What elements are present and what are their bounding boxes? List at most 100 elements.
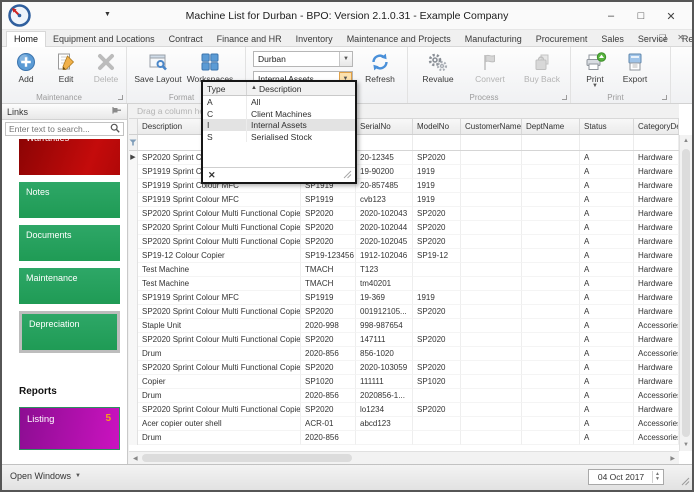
print-button[interactable]: Print ▼: [575, 49, 615, 89]
row-indicator: [129, 319, 138, 333]
vertical-scroll-thumb[interactable]: [682, 149, 690, 437]
filter-cell-categorydesc[interactable]: [634, 135, 679, 150]
table-row[interactable]: SP2020 Sprint Colour Multi Functional Co…: [129, 305, 679, 319]
scroll-down-icon[interactable]: ▼: [680, 442, 692, 448]
revalue-button[interactable]: Revalue: [412, 49, 464, 84]
refresh-button[interactable]: Refresh: [357, 49, 403, 84]
filter-cell-serialno[interactable]: [356, 135, 413, 150]
column-header-customername[interactable]: CustomerName▲: [461, 119, 522, 134]
report-tile-listing[interactable]: Listing 5: [19, 407, 120, 450]
filter-cell-modelno[interactable]: [413, 135, 461, 150]
indicator-header-cell: [129, 119, 138, 134]
filter-option-serialised-stock[interactable]: SSerialised Stock: [203, 131, 355, 143]
table-row[interactable]: SP19-12 Colour CopierSP19-1234561912-102…: [129, 249, 679, 263]
cell-serialno: 2020-103059: [356, 361, 413, 375]
filter-cell-deptname[interactable]: [522, 135, 580, 150]
window-resize-grip-icon[interactable]: [680, 476, 690, 488]
export-button[interactable]: Export: [615, 49, 655, 89]
group-dialog-launcher-icon[interactable]: [662, 95, 667, 100]
tab-maintenance-and-projects[interactable]: Maintenance and Projects: [340, 32, 458, 46]
cell-deptname: [522, 221, 580, 235]
filter-popup-column-description[interactable]: ▲ Description: [247, 82, 355, 95]
table-row[interactable]: SP1919 Sprint Colour MFCSP1919cvb1231919…: [129, 193, 679, 207]
delete-button[interactable]: Delete: [86, 49, 126, 84]
column-header-categorydesc[interactable]: CategoryDesc: [634, 119, 679, 134]
tab-sales[interactable]: Sales: [594, 32, 631, 46]
scroll-right-icon[interactable]: ▶: [670, 452, 675, 464]
link-tile-depreciation[interactable]: Depreciation: [19, 311, 120, 353]
resize-grip-icon[interactable]: [343, 170, 352, 181]
scroll-left-icon[interactable]: ◀: [133, 452, 138, 464]
group-label-print: Print: [571, 93, 660, 102]
table-row[interactable]: SP1919 Sprint Colour MFCSP191919-3691919…: [129, 291, 679, 305]
open-windows-button[interactable]: Open Windows ▼: [10, 471, 81, 481]
table-row[interactable]: Test MachineTMACHtm40201AHardware: [129, 277, 679, 291]
mdi-close-icon[interactable]: ✕: [677, 33, 684, 42]
filter-option-client-machines[interactable]: CClient Machines: [203, 108, 355, 120]
column-header-status[interactable]: Status: [580, 119, 634, 134]
link-tile-documents[interactable]: Documents: [19, 225, 120, 261]
filter-option-internal-assets[interactable]: IInternal Assets: [203, 119, 355, 131]
add-button[interactable]: Add: [6, 49, 46, 84]
date-field[interactable]: 04 Oct 2017 ▲▼: [588, 469, 664, 485]
tab-contract[interactable]: Contract: [162, 32, 210, 46]
date-spinner[interactable]: ▲▼: [652, 471, 662, 483]
link-tile-notes[interactable]: Notes: [19, 182, 120, 218]
tab-equipment-and-locations[interactable]: Equipment and Locations: [46, 32, 162, 46]
cell-modelno: 1919: [413, 165, 461, 179]
table-row[interactable]: Staple Unit2020-998998-987654AAccessorie…: [129, 319, 679, 333]
filter-popup-column-type[interactable]: Type: [203, 82, 247, 95]
table-row[interactable]: SP2020 Sprint Colour Multi Functional Co…: [129, 361, 679, 375]
mdi-minimize-icon[interactable]: –: [644, 33, 648, 42]
column-header-serialno[interactable]: SerialNo: [356, 119, 413, 134]
tab-inventory[interactable]: Inventory: [289, 32, 340, 46]
vertical-scrollbar[interactable]: ▲ ▼: [679, 135, 692, 451]
table-row[interactable]: SP2020 Sprint Colour Multi Functional Co…: [129, 207, 679, 221]
link-tile-maintenance[interactable]: Maintenance: [19, 268, 120, 304]
group-dialog-launcher-icon[interactable]: [118, 95, 123, 100]
mdi-restore-icon[interactable]: ❏: [659, 33, 666, 42]
save-layout-button[interactable]: Save Layout: [132, 49, 184, 89]
close-button[interactable]: ✕: [656, 10, 686, 23]
tab-finance-and-hr[interactable]: Finance and HR: [210, 32, 289, 46]
column-header-deptname[interactable]: DeptName: [522, 119, 580, 134]
column-header-modelno[interactable]: ModelNo: [413, 119, 461, 134]
table-row[interactable]: SP2020 Sprint Colour Multi Functional Co…: [129, 221, 679, 235]
link-tile-warranties[interactable]: Warranties: [19, 139, 120, 175]
horizontal-scroll-thumb[interactable]: [142, 454, 352, 462]
pin-icon[interactable]: [112, 106, 122, 117]
search-input[interactable]: [5, 122, 124, 136]
filter-option-type: I: [203, 119, 247, 131]
minimize-button[interactable]: –: [596, 10, 626, 22]
table-row[interactable]: Drum2020-8562020856-1...AAccessories: [129, 389, 679, 403]
cell-description: SP2020 Sprint Colour Multi Functional Co…: [138, 333, 301, 347]
horizontal-scrollbar[interactable]: ◀ ▶: [129, 451, 679, 464]
table-row[interactable]: Drum2020-856AAccessories: [129, 431, 679, 445]
tab-procurement[interactable]: Procurement: [529, 32, 595, 46]
table-row[interactable]: Acer copier outer shellACR-01abcd123AAcc…: [129, 417, 679, 431]
tab-home[interactable]: Home: [6, 31, 46, 47]
cell-hidden: 2020-998: [301, 319, 356, 333]
table-row[interactable]: Test MachineTMACHT123AHardware: [129, 263, 679, 277]
site-selector-combo[interactable]: Durban ▼: [253, 51, 353, 67]
filter-cell-customername[interactable]: [461, 135, 522, 150]
search-field[interactable]: [9, 124, 110, 134]
table-row[interactable]: Drum2020-856856-1020AAccessories: [129, 347, 679, 361]
table-row[interactable]: SP2020 Sprint Colour Multi Functional Co…: [129, 333, 679, 347]
clear-filter-button[interactable]: ✕: [206, 170, 218, 181]
table-row[interactable]: SP2020 Sprint Colour Multi Functional Co…: [129, 403, 679, 417]
buy-back-button[interactable]: Buy Back: [516, 49, 568, 84]
restore-button[interactable]: □: [626, 10, 656, 22]
table-row[interactable]: CopierSP1020111111SP1020AHardware: [129, 375, 679, 389]
filter-option-all[interactable]: AAll: [203, 96, 355, 108]
group-dialog-launcher-icon[interactable]: [562, 95, 567, 100]
edit-button[interactable]: Edit: [46, 49, 86, 84]
chevron-down-icon[interactable]: ▼: [339, 52, 352, 66]
cell-status: A: [580, 207, 634, 221]
filter-cell-status[interactable]: [580, 135, 634, 150]
cell-deptname: [522, 319, 580, 333]
scroll-up-icon[interactable]: ▲: [680, 138, 692, 144]
convert-button[interactable]: Convert: [464, 49, 516, 84]
tab-manufacturing[interactable]: Manufacturing: [458, 32, 529, 46]
table-row[interactable]: SP2020 Sprint Colour Multi Functional Co…: [129, 235, 679, 249]
